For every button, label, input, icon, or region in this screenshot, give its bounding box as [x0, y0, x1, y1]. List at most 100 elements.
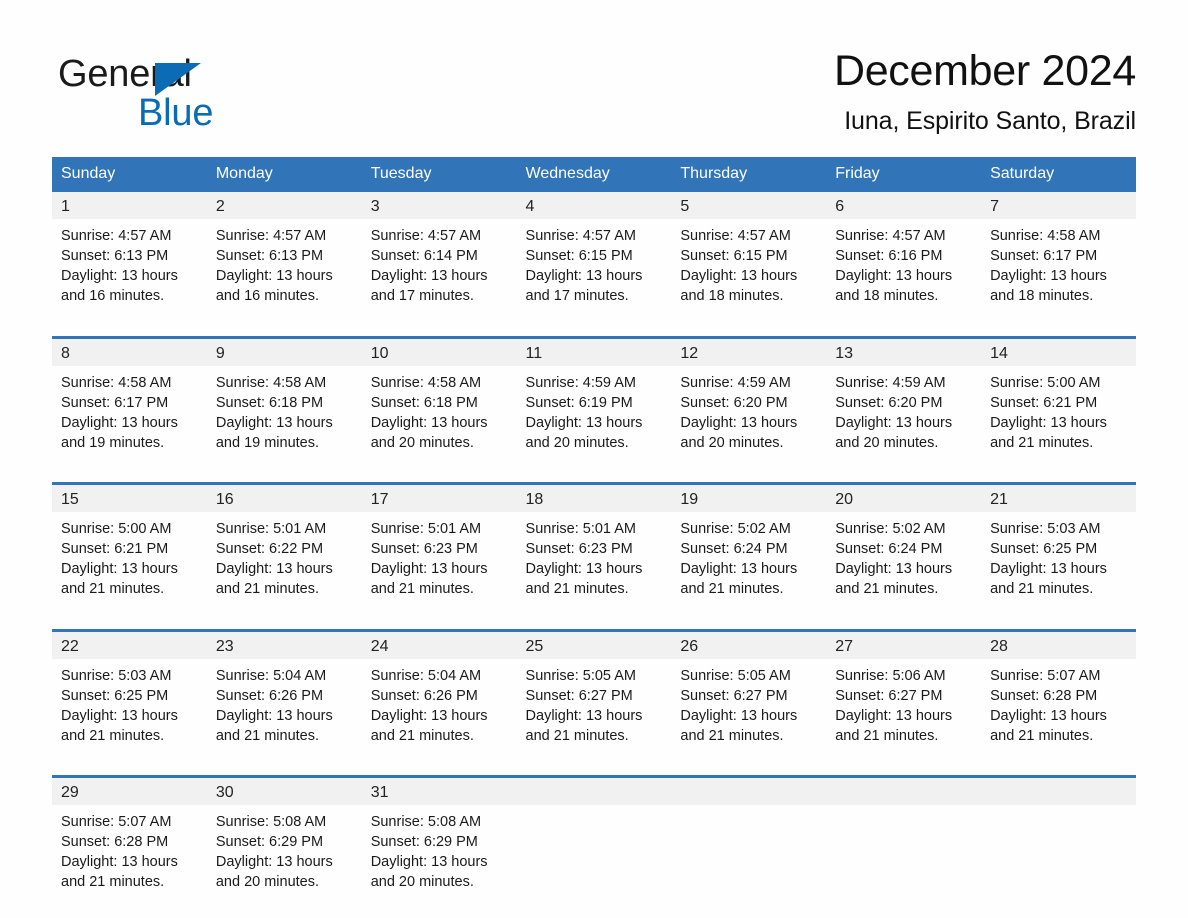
daylight-text-line2: and 20 minutes.: [215, 874, 320, 890]
day-cell[interactable]: 5 Sunrise: 4:57 AM Sunset: 6:15 PM Daylight…: [671, 192, 827, 324]
day-cell-empty: [671, 775, 827, 910]
day-cell[interactable]: 24 Sunrise: 5:04 AM Sunset: 6:26 PM Dayligh…: [361, 628, 517, 764]
sunset-text: Sunset: 6:13 PM: [215, 248, 324, 264]
day-cell[interactable]: 11 Sunrise: 4:59 AM Sunset: 6:19 PM Dayligh…: [516, 335, 672, 471]
sunset-text: Sunset: 6:25 PM: [61, 687, 169, 704]
daylight-text-line2: and 20 minutes.: [525, 434, 629, 451]
sunset-text: Sunset: 6:22 PM: [215, 541, 324, 557]
day-number: 26: [671, 631, 827, 659]
calendar-week-row: 29 Sunrise: 5:07 AM Sunset: 6:28 PM Dayligh…: [52, 775, 1136, 910]
sunset-text: Sunset: 6:18 PM: [215, 394, 324, 411]
daylight-text-line2: and 16 minutes.: [61, 288, 165, 304]
sunset-text: Sunset: 6:26 PM: [370, 687, 478, 704]
day-cell[interactable]: 6 Sunrise: 4:57 AM Sunset: 6:16 PM Daylight…: [826, 192, 982, 324]
daylight-text-line2: and 21 minutes.: [215, 727, 320, 744]
day-details: Sunrise: 5:08 AM Sunset: 6:29 PM Daylight:…: [207, 805, 362, 892]
day-cell[interactable]: 25 Sunrise: 5:05 AM Sunset: 6:27 PM Dayligh…: [516, 628, 672, 764]
sunset-text: Sunset: 6:28 PM: [61, 834, 169, 850]
week-spacer: [52, 763, 1136, 777]
day-details: Sunrise: 4:57 AM Sunset: 6:15 PM Daylight:…: [517, 219, 672, 306]
daylight-text-line2: and 21 minutes.: [680, 727, 784, 744]
daylight-text-line1: Daylight: 13 hours: [370, 268, 488, 284]
day-number: 6: [826, 192, 982, 219]
general-blue-logo[interactable]: General Blue: [58, 52, 358, 142]
day-cell[interactable]: 9 Sunrise: 4:58 AM Sunset: 6:18 PM Daylight…: [206, 335, 362, 471]
day-number: 19: [671, 485, 827, 512]
day-cell[interactable]: 28 Sunrise: 5:07 AM Sunset: 6:28 PM Dayligh…: [981, 628, 1136, 764]
day-details: Sunrise: 4:59 AM Sunset: 6:19 PM Daylight:…: [517, 366, 672, 453]
page-masthead: General Blue December 2024 Iuna, Espirit…: [52, 44, 1136, 148]
day-cell[interactable]: 20 Sunrise: 5:02 AM Sunset: 6:24 PM Dayligh…: [826, 482, 982, 617]
day-cell[interactable]: 18 Sunrise: 5:01 AM Sunset: 6:23 PM Dayligh…: [516, 482, 672, 617]
daylight-text-line1: Daylight: 13 hours: [215, 707, 333, 724]
sunset-text: Sunset: 6:18 PM: [370, 394, 478, 411]
day-cell[interactable]: 1 Sunrise: 4:57 AM Sunset: 6:13 PM Daylight…: [52, 192, 207, 324]
day-cell[interactable]: 8 Sunrise: 4:58 AM Sunset: 6:17 PM Daylight…: [52, 335, 207, 471]
day-cell[interactable]: 14 Sunrise: 5:00 AM Sunset: 6:21 PM Dayligh…: [981, 335, 1136, 471]
calendar-week-row: 22 Sunrise: 5:03 AM Sunset: 6:25 PM Dayligh…: [52, 628, 1136, 764]
day-number: 2: [206, 192, 362, 219]
sunrise-text: Sunrise: 5:04 AM: [215, 667, 327, 684]
day-details: Sunrise: 4:59 AM Sunset: 6:20 PM Daylight:…: [826, 366, 981, 453]
day-cell[interactable]: 3 Sunrise: 4:57 AM Sunset: 6:14 PM Daylight…: [361, 192, 517, 324]
day-number: 10: [361, 338, 517, 366]
day-cell[interactable]: 29 Sunrise: 5:07 AM Sunset: 6:28 PM Dayligh…: [52, 775, 207, 910]
day-details: Sunrise: 5:02 AM Sunset: 6:24 PM Daylight:…: [671, 512, 826, 599]
day-details: Sunrise: 5:08 AM Sunset: 6:29 PM Daylight:…: [362, 805, 517, 892]
day-details: Sunrise: 5:04 AM Sunset: 6:26 PM Daylight:…: [362, 659, 517, 746]
daylight-text-line2: and 20 minutes.: [370, 434, 474, 451]
day-cell[interactable]: 21 Sunrise: 5:03 AM Sunset: 6:25 PM Dayligh…: [981, 482, 1136, 617]
weekday-header-sunday: Sunday: [52, 157, 207, 192]
day-details: Sunrise: 5:01 AM Sunset: 6:23 PM Daylight:…: [362, 512, 517, 599]
day-cell[interactable]: 23 Sunrise: 5:04 AM Sunset: 6:26 PM Dayligh…: [206, 628, 362, 764]
daylight-text-line2: and 18 minutes.: [990, 288, 1094, 304]
sunrise-text: Sunrise: 5:08 AM: [370, 814, 482, 830]
day-cell[interactable]: 13 Sunrise: 4:59 AM Sunset: 6:20 PM Dayligh…: [826, 335, 982, 471]
sunset-text: Sunset: 6:27 PM: [835, 687, 943, 704]
day-details: Sunrise: 5:07 AM Sunset: 6:28 PM Daylight:…: [52, 805, 207, 892]
daylight-text-line1: Daylight: 13 hours: [215, 561, 333, 577]
day-number: 5: [671, 192, 827, 219]
calendar-page: General Blue December 2024 Iuna, Espirit…: [0, 0, 1188, 918]
daylight-text-line2: and 21 minutes.: [525, 581, 629, 597]
sunrise-text: Sunrise: 5:01 AM: [370, 521, 482, 537]
sunset-text: Sunset: 6:21 PM: [61, 541, 169, 557]
day-number: 24: [361, 631, 517, 659]
sunset-text: Sunset: 6:27 PM: [525, 687, 633, 704]
daylight-text-line2: and 21 minutes.: [370, 727, 474, 744]
sunset-text: Sunset: 6:15 PM: [525, 248, 633, 264]
weekday-header-wednesday: Wednesday: [516, 157, 672, 192]
sunrise-sunset-calendar: Sunday Monday Tuesday Wednesday Thursday Frid…: [52, 157, 1136, 910]
daylight-text-line2: and 20 minutes.: [370, 874, 474, 890]
daylight-text-line2: and 21 minutes.: [835, 581, 939, 597]
day-cell[interactable]: 4 Sunrise: 4:57 AM Sunset: 6:15 PM Daylight…: [516, 192, 672, 324]
calendar-week-row: 15 Sunrise: 5:00 AM Sunset: 6:21 PM Dayligh…: [52, 482, 1136, 617]
day-cell[interactable]: 2 Sunrise: 4:57 AM Sunset: 6:13 PM Daylight…: [206, 192, 362, 324]
day-cell[interactable]: 12 Sunrise: 4:59 AM Sunset: 6:20 PM Dayligh…: [671, 335, 827, 471]
day-cell[interactable]: 27 Sunrise: 5:06 AM Sunset: 6:27 PM Dayligh…: [826, 628, 982, 764]
day-cell[interactable]: 19 Sunrise: 5:02 AM Sunset: 6:24 PM Dayligh…: [671, 482, 827, 617]
day-cell[interactable]: 16 Sunrise: 5:01 AM Sunset: 6:22 PM Dayligh…: [206, 482, 362, 617]
sunset-text: Sunset: 6:20 PM: [835, 394, 943, 411]
week-spacer-cell: [52, 763, 1136, 777]
day-cell[interactable]: 17 Sunrise: 5:01 AM Sunset: 6:23 PM Dayligh…: [361, 482, 517, 617]
sunrise-text: Sunrise: 4:59 AM: [835, 374, 946, 391]
day-number: 15: [52, 485, 207, 512]
week-spacer: [52, 324, 1136, 337]
daylight-text-line1: Daylight: 13 hours: [525, 268, 643, 284]
day-cell[interactable]: 15 Sunrise: 5:00 AM Sunset: 6:21 PM Dayligh…: [52, 482, 207, 617]
sunrise-text: Sunrise: 5:03 AM: [990, 521, 1101, 537]
day-cell[interactable]: 30 Sunrise: 5:08 AM Sunset: 6:29 PM Dayligh…: [206, 775, 362, 910]
day-cell[interactable]: 26 Sunrise: 5:05 AM Sunset: 6:27 PM Dayligh…: [671, 628, 827, 764]
day-cell[interactable]: 31 Sunrise: 5:08 AM Sunset: 6:29 PM Dayligh…: [361, 775, 517, 910]
day-number: [516, 778, 672, 805]
calendar-body: 1 Sunrise: 4:57 AM Sunset: 6:13 PM Daylight…: [52, 192, 1136, 910]
daylight-text-line2: and 21 minutes.: [215, 581, 320, 597]
daylight-text-line1: Daylight: 13 hours: [990, 707, 1107, 724]
day-cell[interactable]: 7 Sunrise: 4:58 AM Sunset: 6:17 PM Daylight…: [981, 192, 1136, 324]
daylight-text-line1: Daylight: 13 hours: [215, 854, 333, 870]
day-number: 21: [981, 485, 1136, 512]
day-cell[interactable]: 22 Sunrise: 5:03 AM Sunset: 6:25 PM Dayligh…: [52, 628, 207, 764]
day-cell[interactable]: 10 Sunrise: 4:58 AM Sunset: 6:18 PM Dayligh…: [361, 335, 517, 471]
sunset-text: Sunset: 6:27 PM: [680, 687, 788, 704]
